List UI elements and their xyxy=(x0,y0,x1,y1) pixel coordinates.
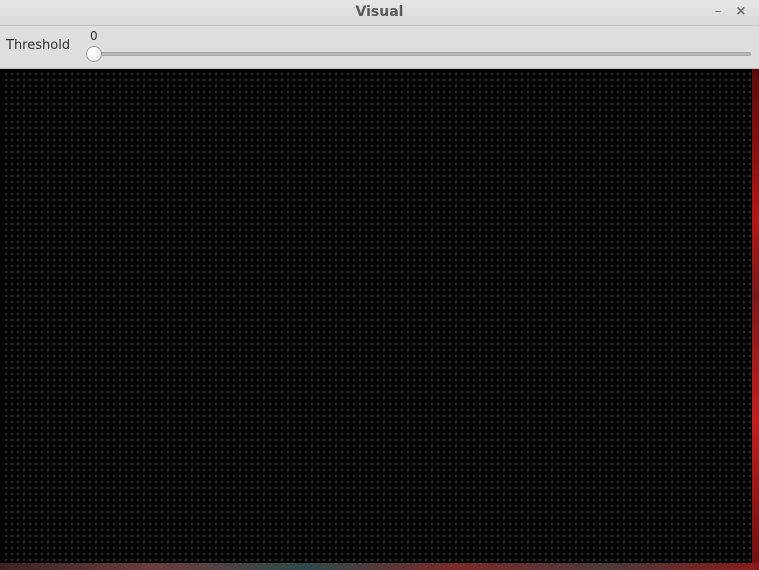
close-icon[interactable]: × xyxy=(733,4,749,20)
threshold-value: 0 xyxy=(90,29,98,43)
title-bar[interactable]: Visual – × xyxy=(0,0,759,26)
visual-window: Visual – × Threshold 0 xyxy=(0,0,759,570)
controls-panel: Threshold 0 xyxy=(0,26,759,69)
window-title: Visual xyxy=(355,4,404,20)
image-right-edge xyxy=(752,69,759,570)
threshold-slider-track[interactable] xyxy=(94,52,751,56)
image-bottom-edge xyxy=(0,563,759,570)
image-viewport[interactable] xyxy=(1,69,759,570)
threshold-label: Threshold xyxy=(6,38,71,53)
minimize-icon[interactable]: – xyxy=(710,4,726,20)
threshold-slider-handle[interactable] xyxy=(86,46,102,62)
